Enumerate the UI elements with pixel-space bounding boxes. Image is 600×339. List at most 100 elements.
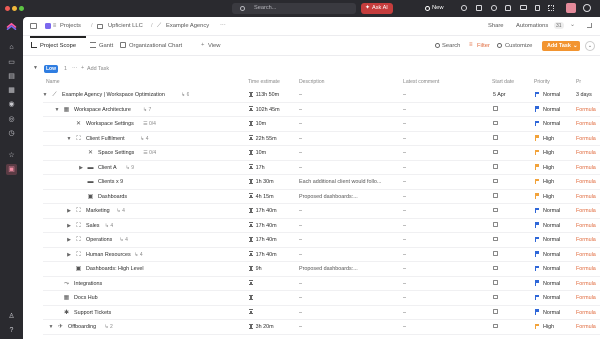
start-date-cell[interactable]: [493, 161, 498, 176]
subtask-count[interactable]: ↳ 2: [104, 320, 112, 335]
priority-cell[interactable]: Normal: [535, 233, 560, 248]
group-collapse-icon[interactable]: ▼: [33, 65, 38, 71]
start-date-cell[interactable]: [493, 291, 498, 306]
priority-cell[interactable]: High: [535, 175, 554, 190]
latest-comment-cell[interactable]: –: [403, 291, 406, 306]
col-name[interactable]: Name: [46, 79, 60, 85]
add-view-button[interactable]: View: [208, 43, 220, 49]
task-name[interactable]: Support Tickets: [74, 306, 111, 321]
time-estimate-cell[interactable]: 1h 30m: [249, 175, 274, 190]
time-estimate-cell[interactable]: 17h 40m: [249, 219, 277, 234]
latest-comment-cell[interactable]: –: [403, 204, 406, 219]
task-name[interactable]: Client A: [98, 161, 117, 176]
video-icon[interactable]: [520, 5, 527, 10]
filter-icon[interactable]: ≡: [469, 42, 473, 48]
add-view-plus-icon[interactable]: +: [201, 42, 204, 48]
formula-cell[interactable]: Formula: [576, 248, 600, 263]
description-cell[interactable]: –: [299, 291, 397, 306]
customize-icon[interactable]: [497, 42, 502, 48]
priority-cell[interactable]: Normal: [535, 103, 560, 118]
time-estimate-cell[interactable]: [249, 291, 256, 306]
latest-comment-cell[interactable]: –: [403, 306, 406, 321]
priority-cell[interactable]: High: [535, 132, 554, 147]
start-date-cell[interactable]: [493, 132, 498, 147]
time-estimate-cell[interactable]: 113h 50m: [249, 88, 279, 103]
help-icon[interactable]: ?: [6, 325, 17, 336]
add-task-button[interactable]: Add Task ⌄: [542, 41, 580, 51]
customize-button[interactable]: Customize: [505, 43, 532, 49]
pulse-icon[interactable]: ◉: [6, 99, 17, 110]
tab-gantt[interactable]: Gantt: [99, 43, 113, 49]
table-row[interactable]: ▶ ▬ Client A ↳ 9 17h – – High Formula: [23, 161, 600, 176]
description-cell[interactable]: –: [299, 248, 397, 263]
latest-comment-cell[interactable]: –: [403, 320, 406, 335]
table-row[interactable]: ▶ ⛶ Sales ↳ 4 17h 40m – – Normal Formula: [23, 219, 600, 234]
start-date-cell[interactable]: [493, 320, 498, 335]
priority-cell[interactable]: High: [535, 146, 554, 161]
table-row[interactable]: ▼ ⛶ Client Fulfilment ↳ 4 22h 55m – – High Formu…: [23, 132, 600, 147]
description-cell[interactable]: –: [299, 103, 397, 118]
latest-comment-cell[interactable]: –: [403, 103, 406, 118]
automations-button[interactable]: Automations: [516, 23, 548, 29]
col-description[interactable]: Description: [299, 79, 324, 85]
expand-caret-down-icon[interactable]: ▼: [42, 92, 48, 99]
col-latest-comment[interactable]: Latest comment: [403, 79, 439, 85]
search-button[interactable]: Search: [442, 43, 460, 49]
favorites-icon[interactable]: ☆: [6, 150, 17, 161]
tab-project-scope[interactable]: Project Scope: [40, 43, 76, 49]
latest-comment-cell[interactable]: –: [403, 132, 406, 147]
start-date-cell[interactable]: [493, 103, 498, 118]
time-estimate-cell[interactable]: 17h 40m: [249, 204, 277, 219]
goals-icon[interactable]: ◎: [6, 114, 17, 125]
latest-comment-cell[interactable]: –: [403, 233, 406, 248]
time-estimate-cell[interactable]: 4h 15m: [249, 190, 274, 205]
latest-comment-cell[interactable]: –: [403, 88, 406, 103]
expand-caret-down-icon[interactable]: ▼: [54, 107, 60, 114]
search-input[interactable]: Search...: [232, 3, 356, 14]
breadcrumb-list[interactable]: Example Agency: [166, 23, 209, 29]
start-date-cell[interactable]: [493, 117, 498, 132]
start-date-cell[interactable]: [493, 262, 498, 277]
filter-button[interactable]: Filter: [477, 43, 490, 49]
subtask-count[interactable]: ☰ 0/4: [143, 146, 156, 161]
latest-comment-cell[interactable]: –: [403, 190, 406, 205]
priority-cell[interactable]: Normal: [535, 306, 560, 321]
subtask-count[interactable]: ↳ 4: [134, 248, 142, 263]
formula-cell[interactable]: Formula: [576, 132, 600, 147]
latest-comment-cell[interactable]: –: [403, 146, 406, 161]
formula-cell[interactable]: Formula: [576, 291, 600, 306]
expand-caret-right-icon[interactable]: ▶: [66, 223, 72, 230]
subtask-count[interactable]: ↳ 4: [117, 204, 125, 219]
formula-cell[interactable]: Formula: [576, 117, 600, 132]
record-icon[interactable]: [491, 5, 497, 11]
formula-cell[interactable]: 3 days: [576, 88, 600, 103]
window-min-dot[interactable]: [12, 6, 17, 11]
description-cell[interactable]: Proposed dashboards:...: [299, 190, 397, 205]
description-cell[interactable]: –: [299, 161, 397, 176]
priority-cell[interactable]: Normal: [535, 291, 560, 306]
start-date-cell[interactable]: [493, 306, 498, 321]
start-date-cell[interactable]: [493, 233, 498, 248]
latest-comment-cell[interactable]: –: [403, 161, 406, 176]
formula-cell[interactable]: Formula: [576, 233, 600, 248]
table-row[interactable]: ▣ Dashboards 4h 15m Proposed dashboards:...…: [23, 190, 600, 205]
table-row[interactable]: ▼ ⟋ Example Agency | Workspace Optimizatio…: [23, 88, 600, 103]
window-close-dot[interactable]: [5, 6, 10, 11]
task-name[interactable]: Sales: [86, 219, 100, 234]
table-row[interactable]: ▬ Clients x 9 1h 30m Each additional client…: [23, 175, 600, 190]
description-cell[interactable]: Each additional client would follo...: [299, 175, 397, 190]
time-estimate-cell[interactable]: 17h 40m: [249, 248, 277, 263]
bell-icon[interactable]: [505, 5, 511, 11]
priority-cell[interactable]: Normal: [535, 88, 560, 103]
table-row[interactable]: ▶ ⛶ Marketing ↳ 4 17h 40m – – Normal Formula: [23, 204, 600, 219]
invite-icon[interactable]: ♙: [6, 311, 17, 322]
start-date-cell[interactable]: [493, 146, 498, 161]
table-row[interactable]: ▶ ⛶ Operations ↳ 4 17h 40m – – Normal Formula: [23, 233, 600, 248]
subtask-count[interactable]: ↳ 4: [120, 233, 128, 248]
doc-icon[interactable]: [535, 5, 540, 11]
priority-cell[interactable]: Normal: [535, 248, 560, 263]
task-name[interactable]: Space Settings: [98, 146, 134, 161]
formula-cell[interactable]: Formula: [576, 262, 600, 277]
breadcrumb-space[interactable]: Projects: [60, 23, 81, 29]
task-name[interactable]: Workspace Settings: [86, 117, 134, 132]
